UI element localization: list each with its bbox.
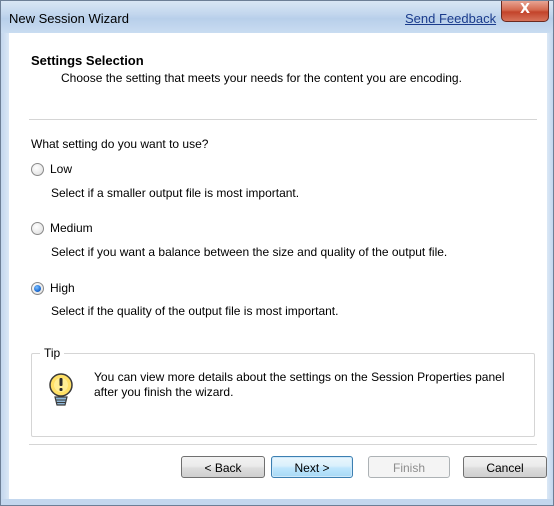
window-frame-left bbox=[1, 33, 9, 505]
tip-label: Tip bbox=[40, 346, 65, 360]
lightbulb-icon bbox=[49, 373, 73, 406]
close-button[interactable]: X bbox=[501, 1, 549, 22]
finish-button[interactable]: Finish bbox=[368, 456, 450, 478]
option-low[interactable]: Low bbox=[31, 162, 72, 176]
footer-divider bbox=[29, 444, 537, 445]
radio-medium[interactable] bbox=[31, 221, 44, 235]
next-button[interactable]: Next > bbox=[271, 456, 353, 478]
option-medium[interactable]: Medium bbox=[31, 221, 93, 235]
option-low-label: Low bbox=[50, 162, 73, 176]
radio-high[interactable] bbox=[31, 281, 44, 295]
tip-text: You can view more details about the sett… bbox=[94, 370, 505, 399]
header-divider bbox=[29, 119, 537, 120]
option-high-description: Select if the quality of the output file… bbox=[51, 304, 339, 318]
tip-group: Tip You can view more details about the … bbox=[31, 346, 535, 437]
send-feedback-link[interactable]: Send Feedback bbox=[405, 11, 496, 26]
back-button[interactable]: < Back bbox=[181, 456, 265, 478]
title-bar: New Session Wizard Send Feedback X bbox=[1, 1, 553, 33]
wizard-window: New Session Wizard Send Feedback X Setti… bbox=[0, 0, 554, 506]
window-frame-right bbox=[547, 33, 553, 505]
radio-low[interactable] bbox=[31, 162, 44, 176]
option-medium-label: Medium bbox=[50, 221, 93, 235]
cancel-button[interactable]: Cancel bbox=[463, 456, 547, 478]
setting-question: What setting do you want to use? bbox=[31, 137, 209, 151]
option-medium-description: Select if you want a balance between the… bbox=[51, 245, 448, 259]
window-frame-bottom bbox=[1, 499, 553, 505]
wizard-content: Settings Selection Choose the setting th… bbox=[9, 33, 547, 499]
close-icon: X bbox=[519, 2, 531, 17]
window-title: New Session Wizard bbox=[9, 11, 129, 26]
option-high-label: High bbox=[50, 281, 75, 295]
option-low-description: Select if a smaller output file is most … bbox=[51, 186, 300, 200]
page-title: Settings Selection bbox=[31, 53, 144, 68]
option-high[interactable]: High bbox=[31, 281, 75, 295]
page-description: Choose the setting that meets your needs… bbox=[61, 71, 462, 85]
